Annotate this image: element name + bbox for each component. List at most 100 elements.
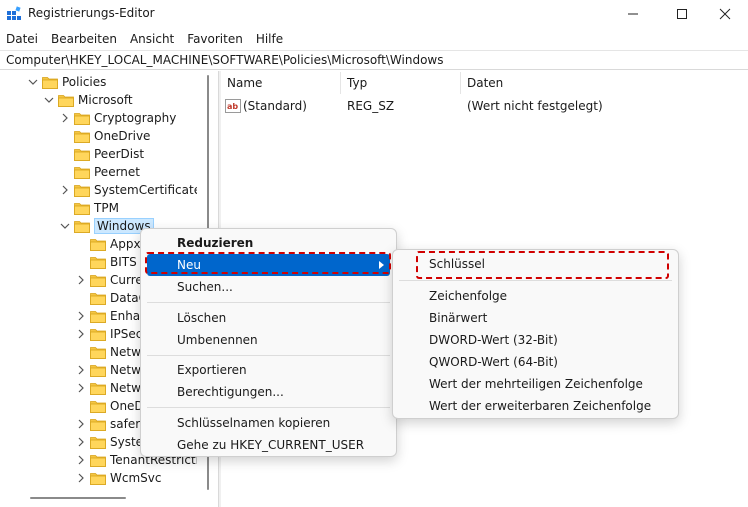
menu-item-exportieren[interactable]: Exportieren bbox=[147, 359, 390, 381]
tree-node[interactable]: Microsoft bbox=[44, 91, 133, 109]
submenu-item-multi-string[interactable]: Wert der mehrteiligen Zeichenfolge bbox=[399, 373, 672, 395]
folder-icon bbox=[74, 220, 90, 233]
chevron-down-icon[interactable] bbox=[44, 95, 54, 105]
maximize-button[interactable] bbox=[659, 0, 705, 28]
tree-node-label: WcmSvc bbox=[110, 471, 162, 485]
tree-node[interactable]: Netw bbox=[76, 343, 141, 361]
chevron-right-icon[interactable] bbox=[76, 437, 86, 447]
menu-item-umbenennen[interactable]: Umbenennen bbox=[147, 329, 390, 351]
tree-node[interactable]: WcmSvc bbox=[76, 469, 161, 487]
value-type: REG_SZ bbox=[347, 99, 395, 113]
menu-separator bbox=[147, 302, 390, 303]
close-icon bbox=[719, 8, 731, 20]
menu-item-berechtigungen[interactable]: Berechtigungen... bbox=[147, 381, 390, 403]
menu-item-schluesselnamen-kopieren[interactable]: Schlüsselnamen kopieren bbox=[147, 412, 390, 434]
menu-bearbeiten[interactable]: Bearbeiten bbox=[51, 32, 117, 46]
chevron-right-icon[interactable] bbox=[76, 275, 86, 285]
tree-node[interactable]: PeerDist bbox=[60, 145, 144, 163]
chevron-right-icon[interactable] bbox=[76, 455, 86, 465]
minimize-button[interactable] bbox=[610, 0, 656, 28]
tree-node-label: Netw bbox=[110, 345, 141, 359]
tree-node[interactable]: Enhan bbox=[76, 307, 148, 325]
tree-node[interactable]: BITS bbox=[76, 253, 137, 271]
tree-node-label: safer bbox=[110, 417, 141, 431]
folder-icon bbox=[90, 364, 106, 377]
chevron-down-icon[interactable] bbox=[60, 221, 70, 231]
tree-horizontal-scroll-thumb[interactable] bbox=[30, 497, 126, 499]
chevron-right-icon[interactable] bbox=[76, 329, 86, 339]
chevron-down-icon[interactable] bbox=[28, 77, 38, 87]
folder-icon bbox=[90, 472, 106, 485]
chevron-right-icon[interactable] bbox=[76, 383, 86, 393]
submenu-item-qword[interactable]: QWORD-Wert (64-Bit) bbox=[399, 351, 672, 373]
menu-separator bbox=[147, 355, 390, 356]
tree-node[interactable]: OneDrive bbox=[60, 127, 150, 145]
value-row[interactable]: ab (Standard) REG_SZ (Wert nicht festgel… bbox=[221, 96, 748, 116]
menu-item-gehe-zu-hkcu[interactable]: Gehe zu HKEY_CURRENT_USER bbox=[147, 434, 390, 456]
tree-node-label: Appx bbox=[110, 237, 141, 251]
menu-datei[interactable]: Datei bbox=[6, 32, 38, 46]
chevron-right-icon[interactable] bbox=[76, 311, 86, 321]
tree-node[interactable]: DataC bbox=[76, 289, 147, 307]
menu-ansicht[interactable]: Ansicht bbox=[130, 32, 174, 46]
submenu-item-dword[interactable]: DWORD-Wert (32-Bit) bbox=[399, 329, 672, 351]
menu-favoriten[interactable]: Favoriten bbox=[187, 32, 243, 46]
menu-separator bbox=[147, 407, 390, 408]
tree-node-label: Microsoft bbox=[78, 93, 133, 107]
maximize-icon bbox=[677, 9, 687, 19]
tree-node[interactable]: Peernet bbox=[60, 163, 140, 181]
column-data[interactable]: Daten bbox=[461, 72, 748, 94]
window-title: Registrierungs-Editor bbox=[28, 6, 155, 20]
tree-node[interactable]: OneD bbox=[76, 397, 144, 415]
tree-node[interactable]: Curre bbox=[76, 271, 143, 289]
tree-node[interactable]: Syste bbox=[76, 433, 143, 451]
address-bar[interactable]: Computer\HKEY_LOCAL_MACHINE\SOFTWARE\Pol… bbox=[0, 50, 748, 70]
folder-icon bbox=[74, 202, 90, 215]
submenu-item-expandable-string[interactable]: Wert der erweiterbaren Zeichenfolge bbox=[399, 395, 672, 417]
folder-icon bbox=[90, 256, 106, 269]
tree-node[interactable]: Netw bbox=[76, 361, 141, 379]
tree-node[interactable]: Appx bbox=[76, 235, 141, 253]
chevron-right-icon[interactable] bbox=[60, 185, 70, 195]
menu-hilfe[interactable]: Hilfe bbox=[256, 32, 283, 46]
tree-horizontal-scrollbar[interactable] bbox=[0, 492, 200, 507]
chevron-right-icon[interactable] bbox=[76, 419, 86, 429]
tree-node[interactable]: IPSec bbox=[76, 325, 142, 343]
tree-node[interactable]: safer bbox=[76, 415, 140, 433]
submenu-item-zeichenfolge[interactable]: Zeichenfolge bbox=[399, 285, 672, 307]
close-button[interactable] bbox=[702, 0, 748, 28]
folder-icon bbox=[90, 292, 106, 305]
tree-node[interactable]: SystemCertificates bbox=[60, 181, 207, 199]
tree-node[interactable]: Policies bbox=[28, 73, 106, 91]
folder-icon bbox=[74, 166, 90, 179]
folder-icon bbox=[90, 382, 106, 395]
menu-item-suchen[interactable]: Suchen... bbox=[147, 276, 390, 298]
folder-icon bbox=[90, 310, 106, 323]
value-name-cell: ab (Standard) bbox=[221, 99, 341, 114]
tree-node-label: Policies bbox=[62, 75, 107, 89]
schluessel-highlight-marker bbox=[416, 251, 669, 279]
tree-node-label: Syste bbox=[110, 435, 144, 449]
tree-node-label: OneD bbox=[110, 399, 144, 413]
folder-icon bbox=[74, 184, 90, 197]
chevron-right-icon[interactable] bbox=[60, 113, 70, 123]
column-type[interactable]: Typ bbox=[341, 72, 461, 94]
column-name[interactable]: Name bbox=[221, 72, 341, 94]
folder-icon bbox=[74, 130, 90, 143]
menu-item-reduzieren[interactable]: Reduzieren bbox=[147, 232, 390, 254]
menu-item-loeschen[interactable]: Löschen bbox=[147, 307, 390, 329]
tree-node[interactable]: TPM bbox=[60, 199, 119, 217]
folder-icon bbox=[74, 112, 90, 125]
folder-icon bbox=[90, 454, 106, 467]
tree-node[interactable]: Cryptography bbox=[60, 109, 176, 127]
chevron-right-icon[interactable] bbox=[76, 473, 86, 483]
chevron-right-icon[interactable] bbox=[76, 365, 86, 375]
submenu-item-binaerwert[interactable]: Binärwert bbox=[399, 307, 672, 329]
tree-node[interactable]: Netw bbox=[76, 379, 141, 397]
folder-icon bbox=[90, 328, 106, 341]
